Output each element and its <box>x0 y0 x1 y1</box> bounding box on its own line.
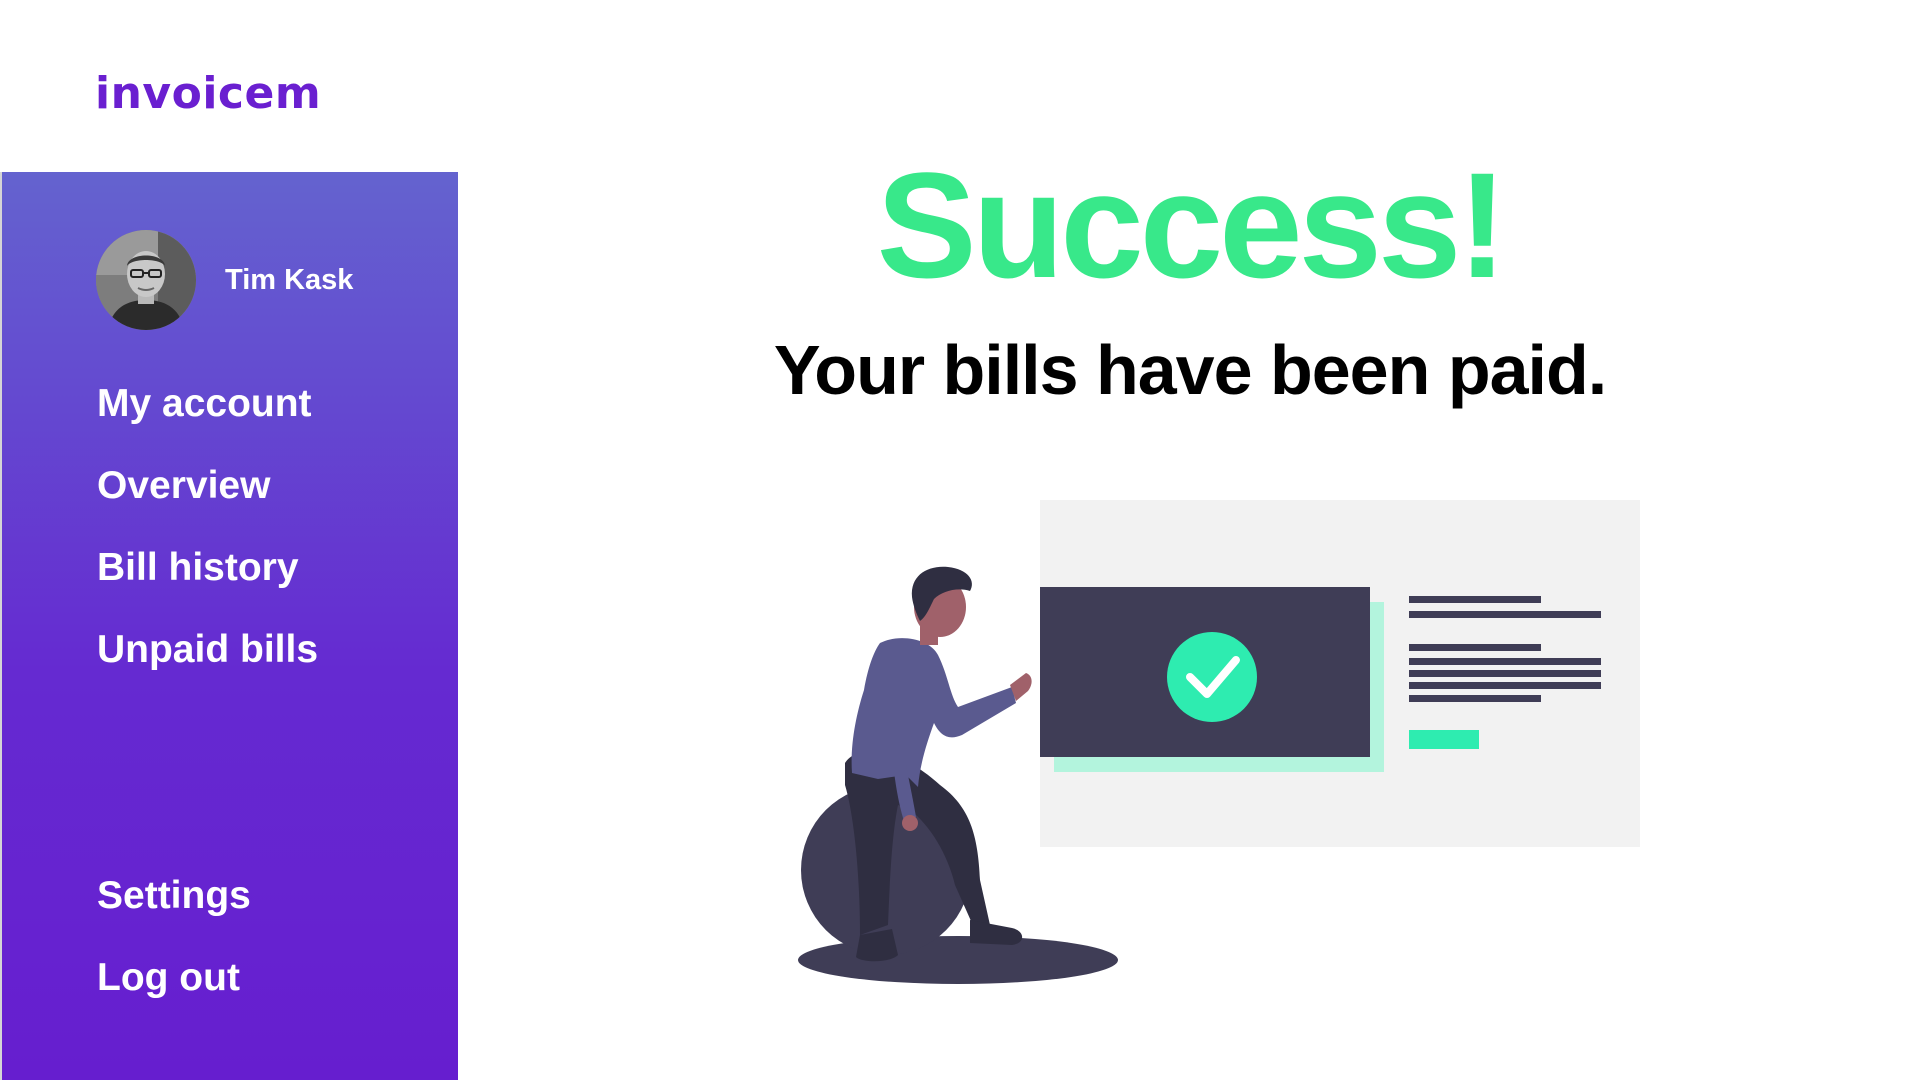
nav-overview[interactable]: Overview <box>97 464 270 508</box>
nav-log-out[interactable]: Log out <box>97 956 240 1000</box>
user-name: Tim Kask <box>225 263 354 296</box>
nav-unpaid-bills[interactable]: Unpaid bills <box>97 628 318 672</box>
success-page: invoicem Tim Kask My account Overview Bi… <box>0 0 1920 1080</box>
nav-settings[interactable]: Settings <box>97 874 251 918</box>
user-profile[interactable]: Tim Kask <box>96 230 353 330</box>
payment-success-illustration <box>780 495 1660 1020</box>
success-title: Success! <box>876 141 1508 309</box>
nav-bill-history[interactable]: Bill history <box>97 546 299 590</box>
check-circle-icon <box>1167 632 1257 722</box>
sidebar: Tim Kask My account Overview Bill histor… <box>0 172 458 1080</box>
document-accent-bar <box>1409 730 1479 749</box>
success-subtitle: Your bills have been paid. <box>773 331 1607 409</box>
invoicem-logo[interactable]: invoicem <box>95 68 321 119</box>
nav-my-account[interactable]: My account <box>97 382 312 426</box>
avatar <box>96 230 196 330</box>
